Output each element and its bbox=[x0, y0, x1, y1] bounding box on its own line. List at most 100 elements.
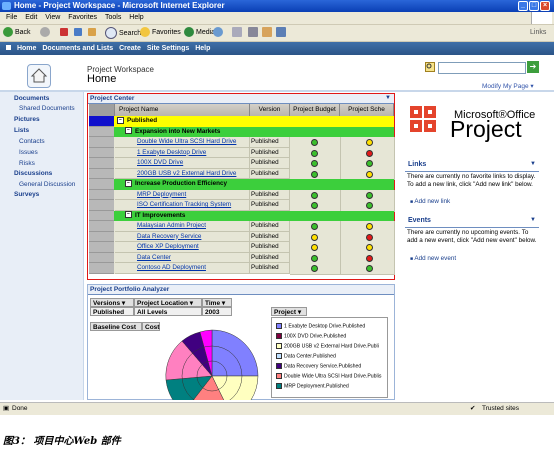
collapse-icon[interactable]: − bbox=[125, 127, 132, 135]
search-go-button[interactable]: ➔ bbox=[527, 61, 539, 73]
sharepoint-top-nav: Home Documents and Lists Create Site Set… bbox=[0, 42, 554, 55]
project-row[interactable]: 100X DVD Drive Published bbox=[89, 158, 395, 170]
project-row[interactable]: Double Wide Ultra SCSI Hard Drive Publish… bbox=[89, 137, 395, 149]
quicklaunch-discussions[interactable]: Discussions bbox=[14, 170, 52, 177]
edit-button[interactable] bbox=[262, 27, 274, 38]
project-row[interactable]: Contoso AD Deployment Published bbox=[89, 263, 395, 275]
project-link[interactable]: 200GB USB v2 External Hard Drive bbox=[137, 170, 236, 177]
nav-home[interactable]: Home bbox=[17, 45, 36, 52]
menu-help[interactable]: Help bbox=[129, 14, 143, 21]
project-link[interactable]: Contoso AD Deployment bbox=[137, 264, 206, 271]
quicklaunch-documents[interactable]: Documents bbox=[14, 95, 49, 102]
refresh-button[interactable] bbox=[74, 27, 84, 38]
refresh-icon bbox=[74, 28, 82, 37]
project-link[interactable]: Malaysian Admin Project bbox=[137, 222, 206, 229]
project-row[interactable]: 200GB USB v2 External Hard Drive Publishe… bbox=[89, 168, 395, 180]
print-button[interactable] bbox=[248, 27, 260, 38]
menu-view[interactable]: View bbox=[45, 14, 60, 21]
menu-favorites[interactable]: Favorites bbox=[68, 14, 97, 21]
add-new-link[interactable]: ■ Add new link bbox=[410, 198, 450, 205]
group-label: Expansion into New Markets bbox=[135, 127, 221, 135]
quicklaunch-surveys[interactable]: Surveys bbox=[14, 191, 39, 198]
schedule-indicator-icon bbox=[366, 244, 373, 251]
version-cell: Published bbox=[250, 252, 290, 263]
project-center-title[interactable]: Project Center bbox=[90, 94, 134, 103]
project-row[interactable]: Office XP Deployment Published bbox=[89, 242, 395, 254]
browser-toolbar: Back Search Favorites Media Links bbox=[0, 25, 554, 42]
search-input[interactable] bbox=[438, 62, 526, 74]
project-link[interactable]: ISO Certification Tracking System bbox=[137, 201, 231, 208]
project-link[interactable]: Office XP Deployment bbox=[137, 243, 199, 250]
group-row[interactable]: − Increase Production Efficiency bbox=[89, 179, 394, 190]
search-button[interactable]: Search bbox=[105, 27, 141, 39]
versions-dropdown[interactable]: Versions ▾ bbox=[90, 298, 134, 307]
project-location-dropdown[interactable]: Project Location ▾ bbox=[134, 298, 202, 307]
project-row[interactable]: ISO Certification Tracking System Publish… bbox=[89, 200, 395, 212]
nav-documents-and-lists[interactable]: Documents and Lists bbox=[42, 45, 113, 52]
project-row[interactable]: Malaysian Admin Project Published bbox=[89, 221, 395, 233]
quicklaunch-contacts[interactable]: Contacts bbox=[19, 138, 45, 145]
project-row[interactable]: MRP Deployment Published bbox=[89, 189, 395, 201]
home-button[interactable] bbox=[88, 27, 98, 38]
favorites-button[interactable]: Favorites bbox=[140, 27, 181, 38]
menu-file[interactable]: File bbox=[6, 14, 17, 21]
mail-button[interactable] bbox=[232, 27, 244, 38]
media-button[interactable]: Media bbox=[184, 27, 215, 38]
links-toolbar[interactable]: Links bbox=[530, 27, 546, 38]
maximize-button[interactable]: □ bbox=[529, 1, 539, 11]
collapse-icon[interactable]: − bbox=[117, 116, 124, 124]
col-project-budget[interactable]: Project Budget bbox=[290, 104, 340, 116]
time-dropdown[interactable]: Time ▾ bbox=[202, 298, 232, 307]
mail-icon bbox=[232, 27, 242, 38]
nav-create[interactable]: Create bbox=[119, 45, 141, 52]
history-button[interactable] bbox=[213, 27, 225, 38]
portfolio-analyzer-title[interactable]: Project Portfolio Analyzer bbox=[90, 285, 169, 294]
project-dropdown[interactable]: Project ▾ bbox=[271, 307, 307, 316]
collapse-icon[interactable]: − bbox=[125, 179, 132, 187]
media-icon bbox=[184, 27, 194, 38]
group-row[interactable]: − Expansion into New Markets bbox=[89, 126, 394, 137]
stop-button[interactable] bbox=[60, 27, 70, 38]
baseline-cost-field[interactable]: Baseline Cost bbox=[90, 322, 142, 331]
back-button[interactable]: Back bbox=[3, 27, 31, 38]
project-row[interactable]: Data Recovery Service Published bbox=[89, 231, 395, 243]
quicklaunch-issues[interactable]: Issues bbox=[19, 149, 38, 156]
nav-site-settings[interactable]: Site Settings bbox=[147, 45, 189, 52]
project-link[interactable]: Data Center bbox=[137, 254, 171, 261]
links-menu-icon[interactable]: ▼ bbox=[530, 161, 536, 167]
menu-tools[interactable]: Tools bbox=[105, 14, 121, 21]
col-project-schedule[interactable]: Project Sche bbox=[340, 104, 394, 116]
project-link[interactable]: Data Recovery Service bbox=[137, 233, 201, 240]
history-icon bbox=[213, 27, 223, 38]
nav-help[interactable]: Help bbox=[195, 45, 210, 52]
menu-edit[interactable]: Edit bbox=[25, 14, 37, 21]
forward-button[interactable] bbox=[40, 27, 52, 38]
col-version[interactable]: Version bbox=[250, 104, 290, 116]
close-button[interactable]: × bbox=[540, 1, 550, 11]
quicklaunch-lists[interactable]: Lists bbox=[14, 127, 29, 134]
published-row[interactable]: − Published bbox=[89, 116, 394, 127]
project-link[interactable]: MRP Deployment bbox=[137, 191, 186, 198]
project-link[interactable]: 1 Exabyte Desktop Drive bbox=[137, 149, 206, 156]
quicklaunch-risks[interactable]: Risks bbox=[19, 160, 35, 167]
webpart-menu-icon[interactable]: ▼ bbox=[385, 94, 391, 103]
project-row[interactable]: 1 Exabyte Desktop Drive Published bbox=[89, 147, 395, 159]
events-title[interactable]: Events bbox=[408, 217, 431, 224]
links-title[interactable]: Links bbox=[408, 161, 426, 168]
collapse-icon[interactable]: − bbox=[125, 211, 132, 219]
discuss-button[interactable] bbox=[276, 27, 288, 38]
col-project-name[interactable]: Project Name bbox=[115, 104, 250, 116]
modify-my-page-link[interactable]: Modify My Page ▾ bbox=[482, 82, 534, 90]
row-gutter bbox=[89, 179, 114, 190]
quicklaunch-shared-documents[interactable]: Shared Documents bbox=[19, 105, 75, 112]
group-label: Increase Production Efficiency bbox=[135, 180, 228, 187]
group-row[interactable]: − IT Improvements bbox=[89, 210, 394, 221]
minimize-button[interactable]: _ bbox=[518, 1, 528, 11]
project-link[interactable]: 100X DVD Drive bbox=[137, 159, 183, 166]
quicklaunch-pictures[interactable]: Pictures bbox=[14, 116, 40, 123]
project-link[interactable]: Double Wide Ultra SCSI Hard Drive bbox=[137, 138, 236, 145]
quicklaunch-general-discussion[interactable]: General Discussion bbox=[19, 181, 75, 188]
add-new-event[interactable]: ■ Add new event bbox=[410, 255, 456, 262]
project-row[interactable]: Data Center Published bbox=[89, 252, 395, 264]
events-menu-icon[interactable]: ▼ bbox=[530, 217, 536, 223]
